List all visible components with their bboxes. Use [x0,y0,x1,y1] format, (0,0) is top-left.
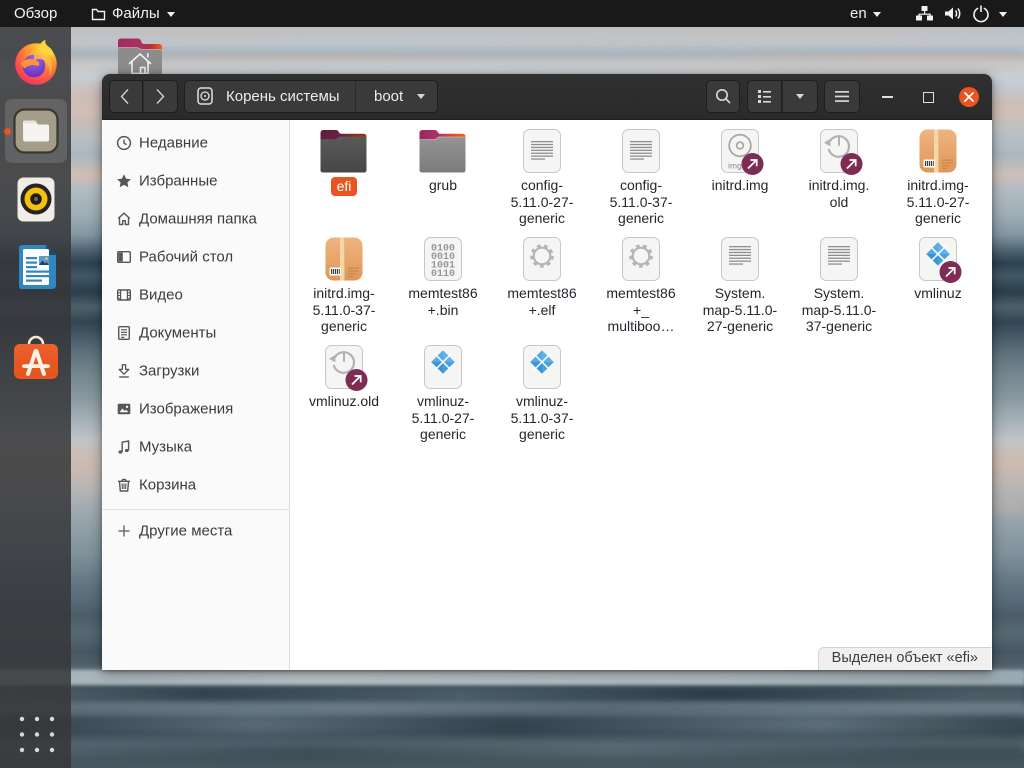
svg-text:img: img [728,161,742,171]
svg-text:0110: 0110 [431,269,455,280]
